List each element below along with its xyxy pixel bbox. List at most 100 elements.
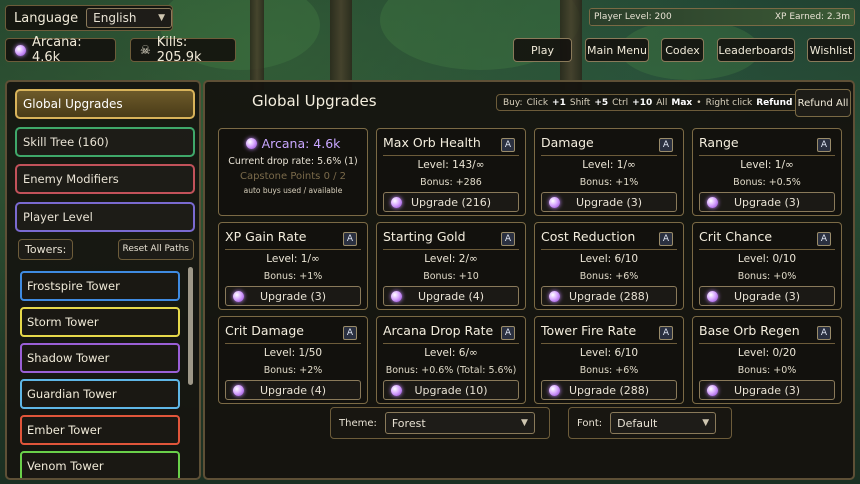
auto-buy-toggle[interactable]: A: [659, 326, 673, 340]
hint-shift-value: +5: [594, 97, 609, 108]
upgrade-name: XP Gain Rate: [225, 229, 307, 244]
upgrade-name: Range: [699, 135, 739, 150]
upgrade-button-label: Upgrade (216): [410, 195, 492, 209]
chevron-down-icon: ▼: [158, 13, 165, 23]
chevron-down-icon: ▼: [702, 418, 710, 428]
drop-rate-text: Current drop rate: 5.6% (1): [228, 156, 358, 167]
upgrade-button[interactable]: Upgrade (3): [225, 286, 361, 306]
auto-buy-toggle[interactable]: A: [817, 138, 831, 152]
refund-all-button[interactable]: Refund All: [795, 89, 851, 117]
upgrade-card-damage: Damage A Level: 1/∞ Bonus: +1% Upgrade (…: [534, 128, 684, 216]
upgrade-button[interactable]: Upgrade (10): [383, 380, 519, 400]
divider: [383, 343, 519, 344]
upgrade-card-arcana-drop-rate: Arcana Drop Rate A Level: 6/∞ Bonus: +0.…: [376, 316, 526, 404]
sidebar: Global Upgrades Skill Tree (160) Enemy M…: [5, 80, 201, 480]
upgrade-level: Level: 0/20: [737, 347, 797, 359]
language-selector: Language English ▼: [5, 5, 173, 31]
tree-trunk-decoration: [250, 0, 264, 90]
upgrade-level: Level: 0/10: [737, 253, 797, 265]
global-upgrades-panel: Global Upgrades Buy: Click +1 Shift +5 Ctr…: [203, 80, 855, 480]
capstone-points-text: Capstone Points 0 / 2: [239, 171, 347, 182]
upgrade-button[interactable]: Upgrade (3): [699, 380, 835, 400]
tower-item-storm[interactable]: Storm Tower: [20, 307, 180, 337]
arcana-counter: Arcana: 4.6k: [5, 35, 116, 65]
sidebar-item-global-upgrades[interactable]: Global Upgrades: [15, 89, 195, 119]
upgrade-level: Level: 1/50: [263, 347, 323, 359]
font-selector: Font: Default ▼: [568, 407, 732, 439]
auto-buy-toggle[interactable]: A: [501, 138, 515, 152]
play-button[interactable]: Play: [513, 38, 572, 62]
auto-buy-toggle[interactable]: A: [817, 326, 831, 340]
upgrade-button[interactable]: Upgrade (3): [541, 192, 677, 212]
upgrade-card-cost-reduction: Cost Reduction A Level: 6/10 Bonus: +6% …: [534, 222, 684, 310]
orb-icon: [549, 197, 560, 208]
upgrade-button[interactable]: Upgrade (3): [699, 286, 835, 306]
orb-icon: [391, 385, 402, 396]
upgrade-button[interactable]: Upgrade (4): [383, 286, 519, 306]
upgrade-button[interactable]: Upgrade (4): [225, 380, 361, 400]
sidebar-item-player-level[interactable]: Player Level: [15, 202, 195, 232]
sidebar-item-enemy-modifiers[interactable]: Enemy Modifiers: [15, 164, 195, 194]
auto-buy-toggle[interactable]: A: [501, 326, 515, 340]
upgrade-button-label: Upgrade (3): [733, 195, 801, 209]
language-select[interactable]: English ▼: [86, 8, 172, 28]
upgrade-button-label: Upgrade (3): [733, 383, 801, 397]
hint-right-value: Refund: [756, 97, 793, 108]
hint-separator: •: [696, 97, 702, 108]
upgrade-name: Base Orb Regen: [699, 323, 800, 338]
tower-item-ember[interactable]: Ember Tower: [20, 415, 180, 445]
upgrade-level: Level: 1/∞: [266, 253, 320, 265]
upgrade-bonus: Bonus: +0.6% (Total: 5.6%): [385, 365, 517, 376]
info-arcana-value: Arcana: 4.6k: [261, 136, 341, 151]
upgrade-card-tower-fire-rate: Tower Fire Rate A Level: 6/10 Bonus: +6%…: [534, 316, 684, 404]
hint-click: Click: [526, 97, 549, 108]
towers-label: Towers:: [18, 238, 74, 260]
auto-buy-toggle[interactable]: A: [659, 138, 673, 152]
auto-buy-toggle[interactable]: A: [659, 232, 673, 246]
orb-icon: [233, 385, 244, 396]
upgrade-name: Cost Reduction: [541, 229, 636, 244]
upgrade-bonus: Bonus: +0%: [737, 365, 797, 376]
hint-all: All: [656, 97, 668, 108]
towers-header: Towers: Reset All Paths: [18, 238, 194, 260]
wishlist-button[interactable]: Wishlist: [807, 38, 855, 62]
chevron-down-icon: ▼: [520, 418, 528, 428]
upgrade-bonus: Bonus: +10: [423, 271, 479, 282]
sidebar-scrollbar[interactable]: [188, 267, 193, 385]
upgrade-button[interactable]: Upgrade (288): [541, 286, 677, 306]
upgrade-button[interactable]: Upgrade (288): [541, 380, 677, 400]
auto-buy-toggle[interactable]: A: [343, 232, 357, 246]
tower-item-venom[interactable]: Venom Tower: [20, 451, 180, 478]
auto-buy-toggle[interactable]: A: [501, 232, 515, 246]
reset-all-paths-button[interactable]: Reset All Paths: [117, 238, 194, 260]
tower-item-shadow[interactable]: Shadow Tower: [20, 343, 180, 373]
arcana-value: Arcana: 4.6k: [32, 35, 82, 65]
upgrade-card-crit-damage: Crit Damage A Level: 1/50 Bonus: +2% Upg…: [218, 316, 368, 404]
upgrade-bonus: Bonus: +1%: [263, 271, 323, 282]
font-select[interactable]: Default ▼: [610, 412, 717, 434]
tower-item-frostspire[interactable]: Frostspire Tower: [20, 271, 180, 301]
theme-select[interactable]: Forest ▼: [384, 412, 535, 434]
codex-button[interactable]: Codex: [661, 38, 704, 62]
orb-icon: [549, 385, 560, 396]
main-menu-button[interactable]: Main Menu: [585, 38, 649, 62]
upgrade-card-base-orb-regen: Base Orb Regen A Level: 0/20 Bonus: +0% …: [692, 316, 842, 404]
upgrade-card-range: Range A Level: 1/∞ Bonus: +0.5% Upgrade …: [692, 128, 842, 216]
divider: [541, 343, 677, 344]
upgrade-name: Tower Fire Rate: [541, 323, 637, 338]
auto-buy-toggle[interactable]: A: [343, 326, 357, 340]
auto-buy-toggle[interactable]: A: [817, 232, 831, 246]
upgrade-button[interactable]: Upgrade (216): [383, 192, 519, 212]
theme-label: Theme:: [339, 417, 377, 429]
orb-icon: [391, 291, 402, 302]
hint-right-click: Right click: [705, 97, 753, 108]
tree-trunk-decoration: [330, 0, 352, 90]
hint-ctrl: Ctrl: [612, 97, 629, 108]
language-value: English: [93, 11, 137, 25]
leaderboards-button[interactable]: Leaderboards: [717, 38, 795, 62]
upgrade-button[interactable]: Upgrade (3): [699, 192, 835, 212]
tower-item-guardian[interactable]: Guardian Tower: [20, 379, 180, 409]
sidebar-item-skill-tree[interactable]: Skill Tree (160): [15, 127, 195, 157]
divider: [225, 343, 361, 344]
upgrade-level: Level: 1/∞: [582, 159, 636, 171]
